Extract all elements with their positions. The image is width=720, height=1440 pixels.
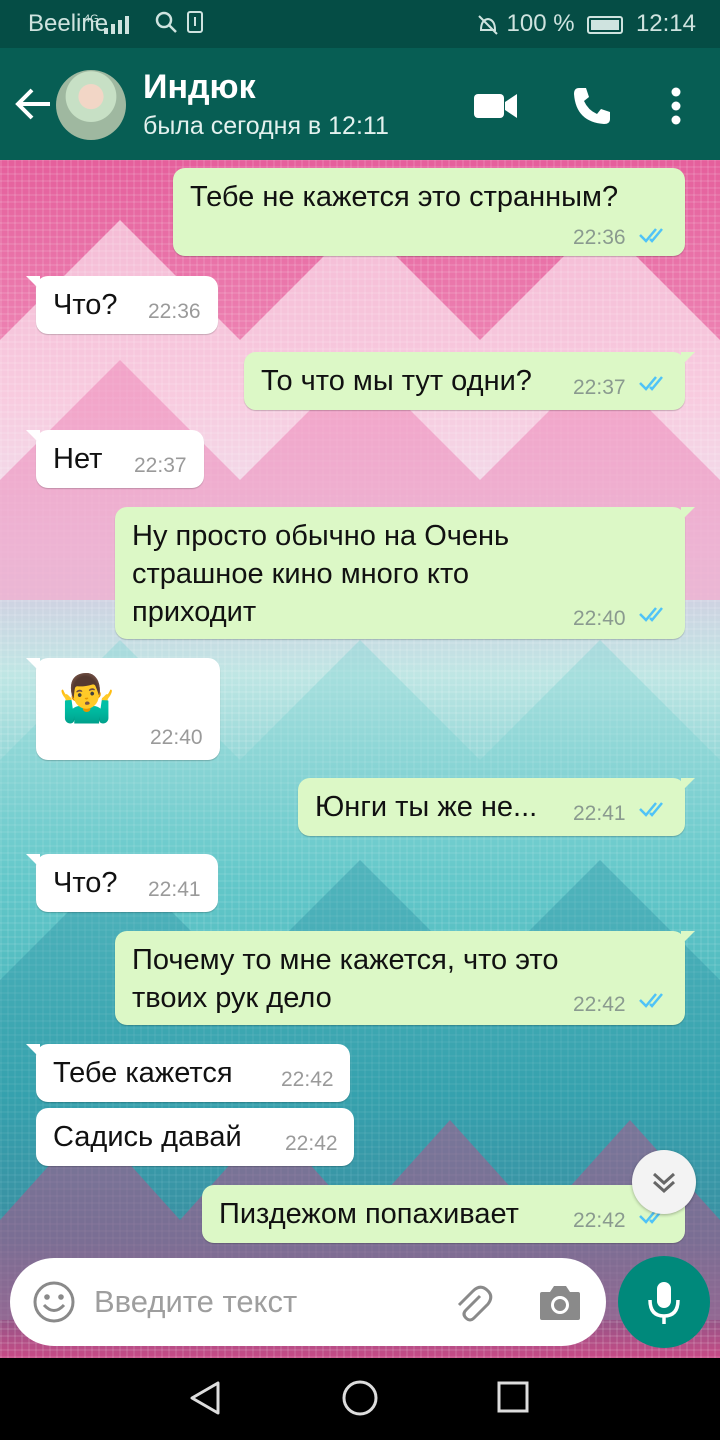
voice-record-button[interactable]	[618, 1256, 710, 1348]
message-text: То что мы тут одни?	[261, 365, 532, 397]
message-input[interactable]	[94, 1278, 434, 1326]
paperclip-icon[interactable]	[450, 1282, 494, 1326]
message-time: 22:41	[573, 802, 626, 825]
message-text: Нет	[53, 443, 103, 475]
phone-icon[interactable]	[570, 84, 614, 128]
svg-text:4G: 4G	[84, 13, 99, 25]
message-text: Почему то мне кажется, что это твоих рук…	[132, 941, 558, 1017]
message-text: Пиздежом попахивает	[219, 1198, 519, 1230]
clock: 12:14	[635, 10, 696, 37]
bubble-tail	[26, 1044, 40, 1058]
message-composer	[10, 1258, 606, 1346]
message-incoming[interactable]: Что? 22:41	[26, 854, 218, 912]
nav-back-icon[interactable]	[188, 1380, 224, 1416]
message-text: Тебе кажется	[53, 1057, 233, 1089]
read-ticks-icon	[639, 993, 663, 1008]
video-call-icon[interactable]	[474, 90, 518, 122]
bubble-tail	[26, 658, 40, 672]
microphone-icon	[648, 1282, 680, 1324]
message-outgoing[interactable]: Тебе не кажется это странным? 22:36	[173, 168, 685, 256]
message-incoming[interactable]: Что? 22:36	[26, 276, 218, 334]
chevron-down-icon	[652, 1172, 676, 1194]
download-icon	[187, 11, 203, 33]
mute-notifications-icon	[478, 14, 498, 35]
bubble-tail	[681, 352, 695, 366]
battery-percent: 100 %	[506, 10, 575, 37]
message-outgoing[interactable]: То что мы тут одни? 22:37	[244, 352, 695, 410]
message-time: 22:40	[573, 607, 626, 630]
read-ticks-icon	[639, 802, 663, 817]
more-vert-icon[interactable]	[664, 84, 688, 128]
message-text: Садись давай	[53, 1121, 242, 1153]
message-text: Ну просто обычно на Очень страшное кино …	[132, 517, 509, 631]
message-incoming[interactable]: Тебе кажется 22:42	[26, 1044, 350, 1102]
back-arrow-icon[interactable]	[14, 84, 54, 124]
scroll-to-bottom-button[interactable]	[632, 1150, 696, 1214]
message-incoming[interactable]: 🤷‍♂️ 22:40	[26, 658, 220, 760]
camera-icon[interactable]	[538, 1282, 582, 1322]
message-time: 22:36	[573, 226, 626, 249]
bubble-tail	[681, 507, 695, 521]
chat-area[interactable]: Тебе не кажется это странным? 22:36 Что?…	[0, 160, 720, 1358]
bubble-tail	[26, 854, 40, 868]
message-line: твоих рук дело	[132, 982, 332, 1014]
nav-recents-icon[interactable]	[496, 1380, 530, 1414]
navigation-bar	[0, 1358, 720, 1440]
status-right: 100 % 12:14	[476, 10, 696, 38]
status-bar: Beeline 4G 100 % 12:14	[0, 0, 720, 48]
message-outgoing[interactable]: Юнги ты же не... 22:41	[298, 778, 695, 836]
message-line: приходит	[132, 596, 257, 628]
message-time: 22:42	[573, 993, 626, 1016]
message-text: Что?	[53, 289, 118, 321]
message-outgoing[interactable]: Пиздежом попахивает 22:42	[202, 1185, 695, 1243]
message-time: 22:36	[148, 300, 201, 323]
bubble-tail	[681, 931, 695, 945]
message-line: страшное кино много кто	[132, 558, 470, 590]
bubble-tail	[26, 430, 40, 444]
message-time: 22:37	[573, 376, 626, 399]
bubble-tail	[26, 276, 40, 290]
emoji-icon[interactable]	[32, 1280, 76, 1324]
message-line: Ну просто обычно на Очень	[132, 520, 510, 552]
message-outgoing[interactable]: Почему то мне кажется, что это твоих рук…	[115, 931, 695, 1025]
message-text: Тебе не кажется это странным?	[190, 181, 619, 213]
read-ticks-icon	[639, 228, 663, 243]
chat-header: Индюк была сегодня в 12:11	[0, 48, 720, 160]
message-time: 22:37	[134, 454, 187, 477]
message-time: 22:42	[285, 1132, 338, 1155]
message-text: Что?	[53, 867, 118, 899]
message-time: 22:41	[148, 878, 201, 901]
message-outgoing[interactable]: Ну просто обычно на Очень страшное кино …	[115, 507, 695, 639]
read-ticks-icon	[639, 376, 663, 391]
message-time: 22:42	[573, 1209, 626, 1232]
nav-home-icon[interactable]	[340, 1378, 380, 1418]
last-seen-status[interactable]: была сегодня в 12:11	[143, 112, 389, 141]
message-incoming[interactable]: Садись давай 22:42	[36, 1108, 354, 1166]
read-ticks-icon	[639, 607, 663, 622]
battery-icon	[587, 15, 624, 34]
contact-name[interactable]: Индюк	[143, 68, 256, 107]
message-incoming[interactable]: Нет 22:37	[26, 430, 204, 488]
search-icon	[155, 11, 177, 33]
avatar[interactable]	[56, 70, 126, 140]
bubble-tail	[681, 778, 695, 792]
signal-icon: 4G	[84, 13, 129, 34]
shrug-emoji: 🤷‍♂️	[58, 672, 116, 724]
message-line: Почему то мне кажется, что это	[132, 944, 559, 976]
message-time: 22:42	[281, 1068, 334, 1091]
message-time: 22:40	[150, 726, 203, 749]
message-text: Юнги ты же не...	[315, 791, 538, 823]
